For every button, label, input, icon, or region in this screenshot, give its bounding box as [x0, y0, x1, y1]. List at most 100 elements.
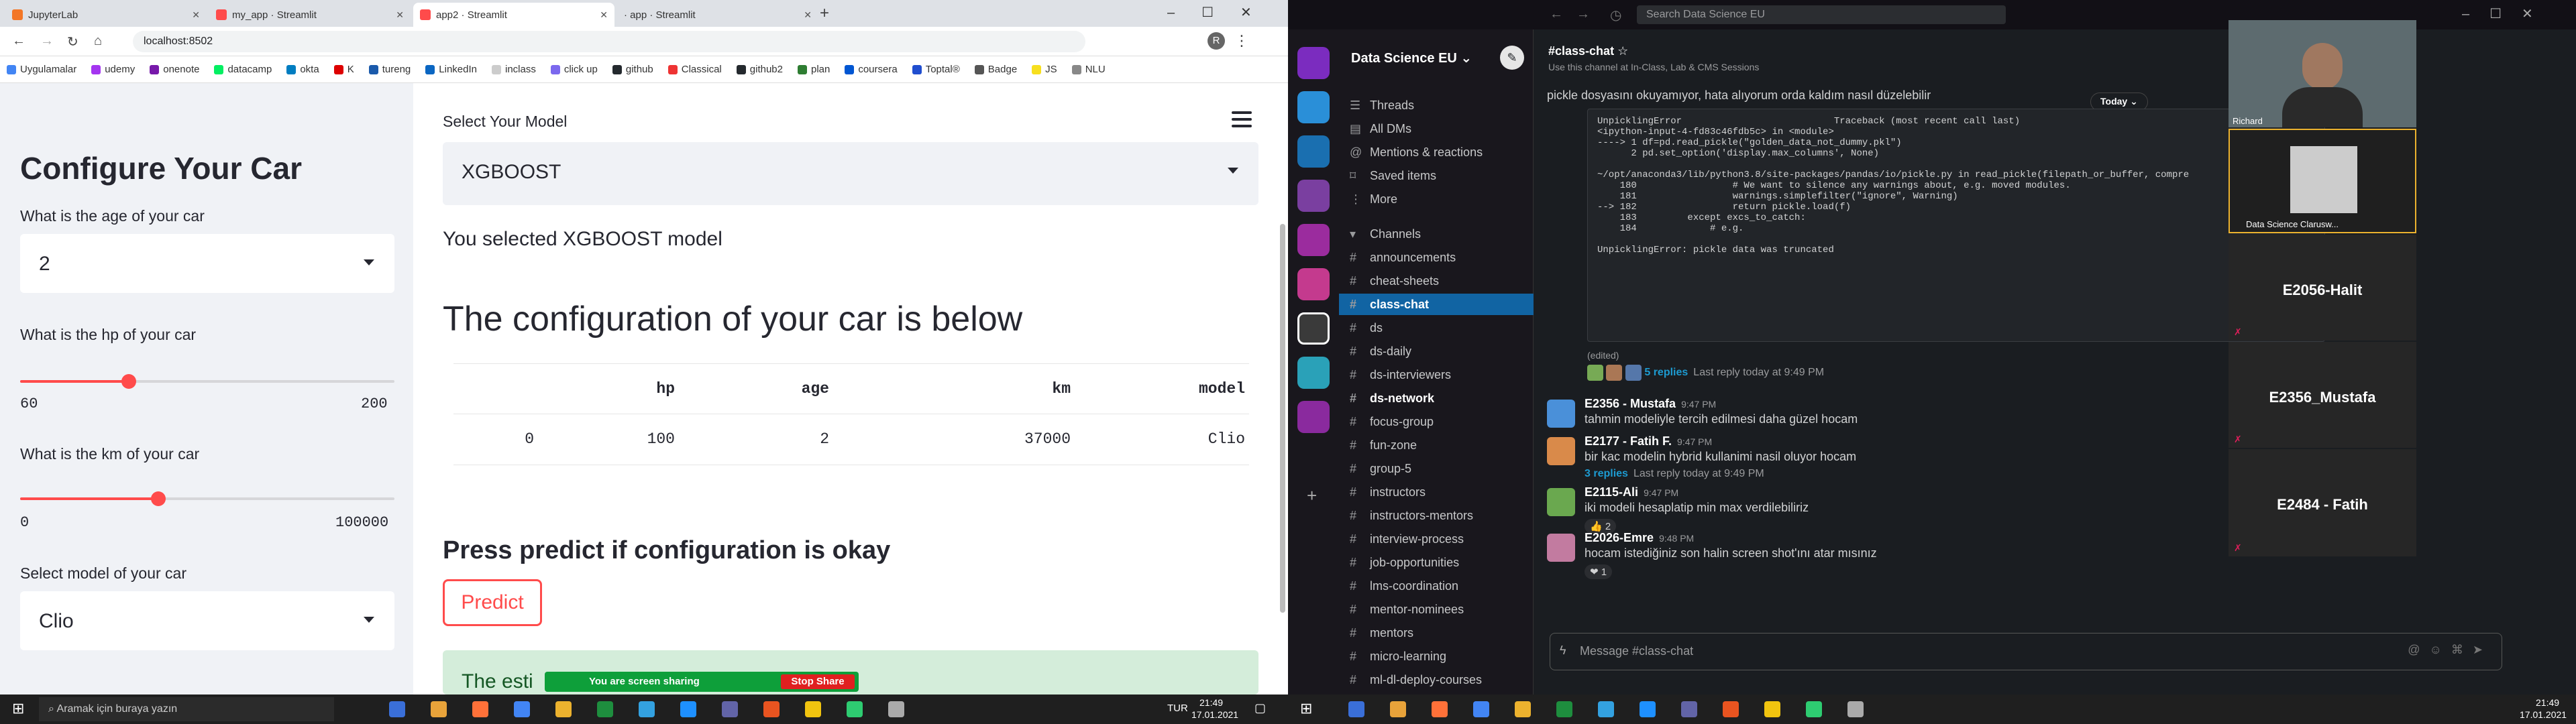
taskbar-app-icon[interactable] — [1598, 701, 1614, 717]
video-tile-fatih[interactable]: E2484 - Fatih ✗ — [2229, 449, 2416, 556]
avatar[interactable] — [1547, 534, 1575, 562]
taskbar-app-icon[interactable] — [1348, 701, 1364, 717]
channel-item[interactable]: # announcements — [1350, 247, 1456, 267]
workspace-icon[interactable] — [1297, 401, 1330, 433]
menu-icon[interactable]: ⋮ — [1234, 32, 1249, 50]
bookmark-item[interactable]: click up — [550, 64, 598, 75]
taskbar-app-icon[interactable] — [1723, 701, 1739, 717]
nav-item[interactable]: ⌑ Saved items — [1350, 166, 1436, 186]
tab-my-app[interactable]: my_app · Streamlit ✕ — [209, 3, 411, 27]
avatar[interactable] — [1547, 400, 1575, 428]
avatar[interactable] — [1547, 488, 1575, 516]
bookmark-item[interactable]: udemy — [91, 64, 135, 75]
slack-search[interactable]: Search Data Science EU — [1637, 5, 2006, 24]
workspace-icon[interactable] — [1297, 357, 1330, 389]
thread-replies-1[interactable]: 5 replies Last reply today at 9:49 PM — [1587, 365, 1824, 381]
bookmark-item[interactable]: coursera — [845, 64, 898, 75]
message-composer[interactable]: ϟ Message #class-chat @☺⌘➤ — [1550, 633, 2502, 670]
taskbar-app-icon[interactable] — [1806, 701, 1822, 717]
reload-icon[interactable]: ↻ — [67, 34, 78, 50]
reaction[interactable]: ❤ 1 — [1585, 564, 1613, 579]
taskbar-app-icon[interactable] — [1390, 701, 1406, 717]
bookmark-item[interactable]: tureng — [368, 64, 411, 75]
hamburger-menu-icon[interactable] — [1232, 111, 1252, 127]
channel-item[interactable]: # ds-daily — [1350, 341, 1411, 361]
channel-item[interactable]: # mentors — [1350, 623, 1413, 643]
channel-item[interactable]: # instructors — [1350, 482, 1426, 502]
bookmark-item[interactable]: Uygulamalar — [7, 64, 76, 75]
back-icon[interactable]: ← — [12, 34, 25, 49]
video-tile-screen[interactable]: Data Science Clarusw... — [2229, 129, 2416, 233]
taskbar-app-icon[interactable] — [1473, 701, 1489, 717]
new-tab-button[interactable]: + — [820, 4, 829, 23]
predict-button[interactable]: Predict — [443, 579, 542, 626]
bookmark-item[interactable]: Badge — [974, 64, 1017, 75]
bookmark-item[interactable]: github2 — [736, 64, 783, 75]
taskbar-app-icon[interactable] — [1556, 701, 1572, 717]
message-time[interactable]: 9:47 PM — [1644, 487, 1678, 498]
channel-item[interactable]: # cheat-sheets — [1350, 271, 1439, 291]
taskbar-app-icon[interactable] — [1432, 701, 1448, 717]
channel-title[interactable]: #class-chat ☆ — [1548, 44, 1628, 58]
window-controls[interactable]: –☐✕ — [1167, 4, 1279, 21]
bookmark-item[interactable]: github — [612, 64, 653, 75]
taskbar-app-icon[interactable] — [763, 701, 780, 717]
slack-window-controls[interactable]: –☐✕ — [2462, 5, 2553, 22]
taskbar-app-icon[interactable] — [680, 701, 696, 717]
taskbar-app-icon[interactable] — [389, 701, 405, 717]
bookmark-item[interactable]: plan — [797, 64, 830, 75]
taskbar-app-icon[interactable] — [888, 701, 904, 717]
workspace-icon[interactable] — [1297, 224, 1330, 256]
workspace-icon[interactable] — [1297, 135, 1330, 168]
channel-item[interactable]: # focus-group — [1350, 412, 1434, 432]
clock-date[interactable]: 17.01.2021 — [2520, 709, 2567, 720]
composer-actions[interactable]: @☺⌘➤ — [2408, 643, 2492, 657]
history-back-icon[interactable]: ← — [1550, 7, 1563, 22]
taskbar-app-icon[interactable] — [1847, 701, 1864, 717]
page-scrollbar[interactable] — [1280, 224, 1285, 613]
video-tile-mustafa[interactable]: E2356_Mustafa ✗ — [2229, 342, 2416, 448]
lightning-icon[interactable]: ϟ — [1560, 644, 1566, 658]
thread-replies[interactable]: 3 replies Last reply today at 9:49 PM — [1585, 468, 1856, 480]
taskbar-app-icon[interactable] — [639, 701, 655, 717]
model-select[interactable]: Clio — [20, 591, 394, 650]
taskbar-app-icon[interactable] — [805, 701, 821, 717]
workspace-icon[interactable] — [1297, 47, 1330, 79]
hp-slider-thumb[interactable] — [121, 374, 136, 389]
message-time[interactable]: 9:47 PM — [1681, 399, 1716, 410]
bookmark-item[interactable]: inclass — [491, 64, 536, 75]
message-author[interactable]: E2177 - Fatih F. — [1585, 434, 1672, 448]
close-tab-icon[interactable]: ✕ — [396, 9, 404, 21]
nav-item[interactable]: @ Mentions & reactions — [1350, 142, 1483, 162]
nav-item[interactable]: ▤ All DMs — [1350, 119, 1411, 139]
taskbar-app-icon[interactable] — [472, 701, 488, 717]
video-tile-halit[interactable]: E2056-Halit ✗ — [2229, 235, 2416, 341]
workspace-name[interactable]: Data Science EU ⌄ — [1351, 50, 1472, 66]
bookmark-item[interactable]: okta — [286, 64, 319, 75]
workspace-icon[interactable] — [1297, 91, 1330, 123]
windows-start-icon[interactable]: ⊞ — [12, 700, 24, 717]
compose-icon[interactable]: ✎ — [1500, 46, 1524, 70]
bookmark-item[interactable]: datacamp — [214, 64, 272, 75]
message-time[interactable]: 9:47 PM — [1677, 436, 1712, 447]
message-author[interactable]: E2115-Ali — [1585, 485, 1638, 499]
address-bar[interactable]: localhost:8502 — [133, 31, 1085, 52]
clock-time[interactable]: 21:49 — [1199, 697, 1223, 708]
bookmark-item[interactable]: JS — [1032, 64, 1057, 75]
bookmark-item[interactable]: Classical — [667, 64, 722, 75]
taskbar-app-icon[interactable] — [1764, 701, 1780, 717]
model-type-select[interactable]: XGBOOST — [443, 142, 1258, 205]
km-slider-thumb[interactable] — [151, 491, 166, 506]
video-tile-richard[interactable]: Richard — [2229, 20, 2416, 127]
km-slider[interactable] — [20, 489, 394, 509]
channel-item[interactable]: # instructors-mentors — [1350, 505, 1473, 526]
hp-slider[interactable] — [20, 371, 394, 391]
message-author[interactable]: E2026-Emre — [1585, 531, 1654, 544]
taskbar-app-icon[interactable] — [555, 701, 572, 717]
channel-item[interactable]: # ds-interviewers — [1350, 365, 1451, 385]
notification-icon[interactable]: ▢ — [1254, 701, 1266, 715]
taskbar-app-icon[interactable] — [847, 701, 863, 717]
taskbar-app-icon[interactable] — [1515, 701, 1531, 717]
message-time[interactable]: 9:48 PM — [1659, 533, 1694, 544]
channel-item[interactable]: # mentor-nominees — [1350, 599, 1464, 619]
